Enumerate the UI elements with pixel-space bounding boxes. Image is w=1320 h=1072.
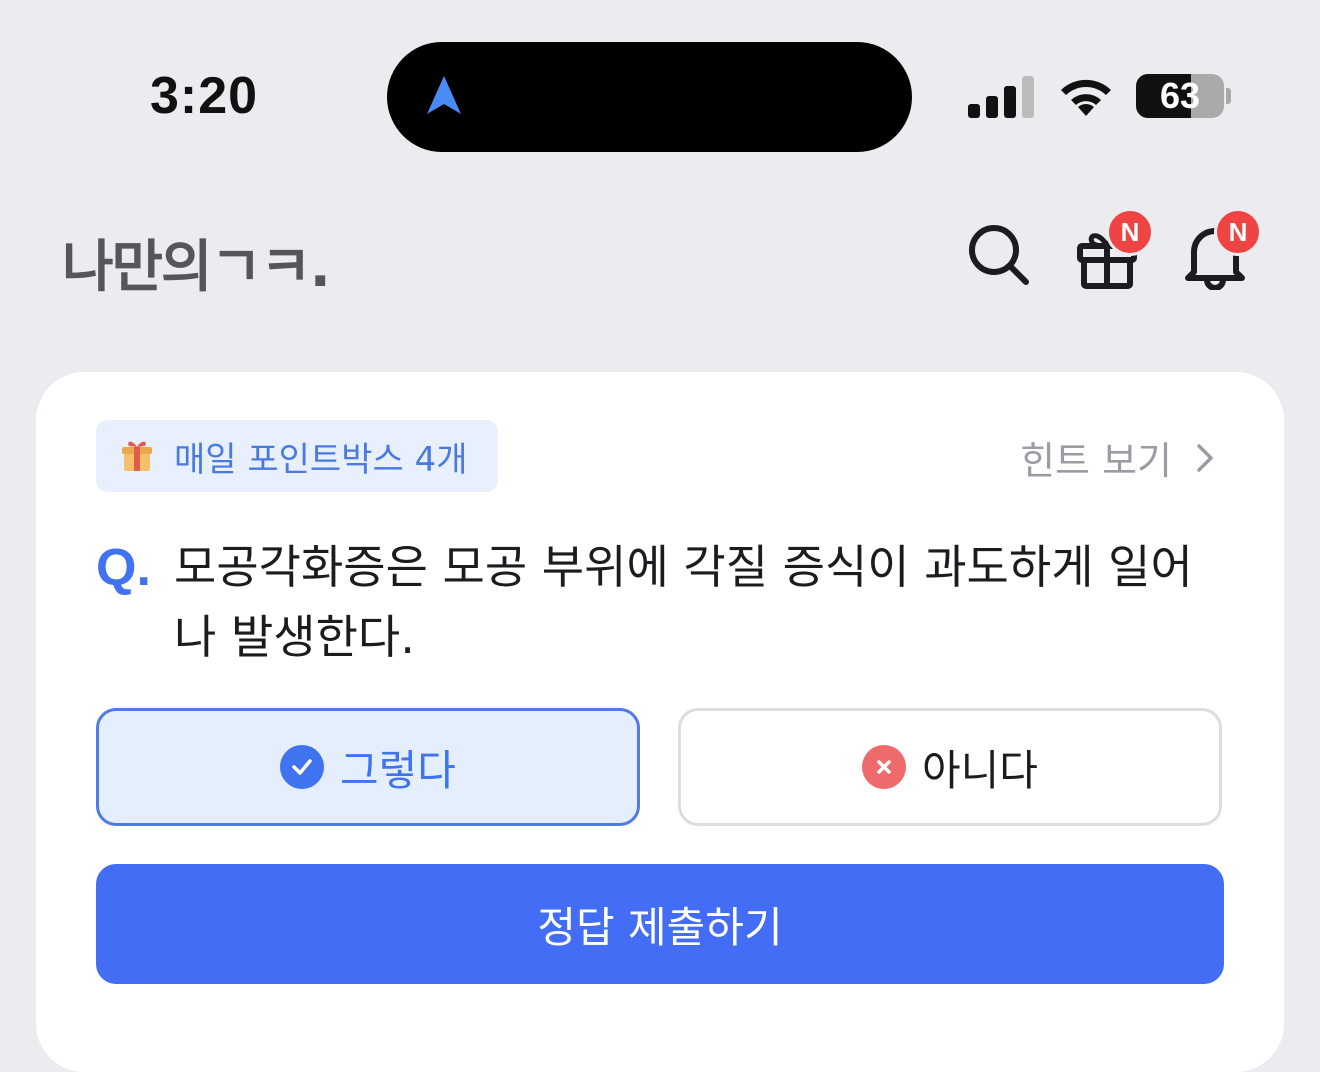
answer-no-button[interactable]: 아니다: [678, 708, 1222, 826]
hint-link[interactable]: 힌트 보기: [1020, 430, 1214, 485]
x-circle-icon: [862, 745, 907, 789]
bell-badge: N: [1214, 208, 1262, 256]
navigation-arrow-icon: [427, 76, 461, 114]
battery-level: 63: [1159, 75, 1201, 116]
answer-yes-label: 그렇다: [340, 745, 456, 795]
answer-yes-button[interactable]: 그렇다: [96, 708, 640, 826]
app-logo[interactable]: 나만의ㄱㅋ.: [62, 222, 331, 303]
notification-button[interactable]: N: [1180, 208, 1262, 291]
battery-icon: 63: [1136, 74, 1224, 118]
battery-tip: [1226, 88, 1231, 104]
question-mark-label: Q.: [96, 539, 151, 597]
submit-answer-label: 정답 제출하기: [537, 902, 783, 952]
daily-point-box-label: 매일 포인트박스 4개: [174, 439, 468, 480]
app-header: 나만의ㄱㅋ. N N: [0, 190, 1320, 330]
search-icon: [969, 225, 1029, 285]
dynamic-island: [387, 42, 912, 152]
quiz-card: 매일 포인트박스 4개 힌트 보기 Q. 모공각화증은 모공 부위에 각질 증식…: [36, 372, 1284, 1072]
gift-button[interactable]: N: [1072, 208, 1154, 290]
status-bar: 3:20 63: [0, 0, 1320, 190]
question-text: 모공각화증은 모공 부위에 각질 증식이 과도하게 일어나 발생한다.: [174, 540, 1193, 664]
gift-box-icon: [122, 439, 152, 473]
signal-icon: [968, 76, 1034, 118]
answer-no-label: 아니다: [922, 745, 1038, 795]
wifi-icon: [1061, 79, 1111, 116]
hint-label: 힌트 보기: [1020, 439, 1172, 483]
chevron-right-icon: [1197, 443, 1213, 472]
gift-badge: N: [1106, 208, 1154, 256]
submit-answer-button[interactable]: 정답 제출하기: [96, 864, 1224, 984]
status-time: 3:20: [150, 67, 259, 125]
check-circle-icon: [280, 745, 325, 789]
daily-point-box-pill[interactable]: 매일 포인트박스 4개: [96, 420, 498, 492]
search-button[interactable]: [964, 220, 1034, 290]
